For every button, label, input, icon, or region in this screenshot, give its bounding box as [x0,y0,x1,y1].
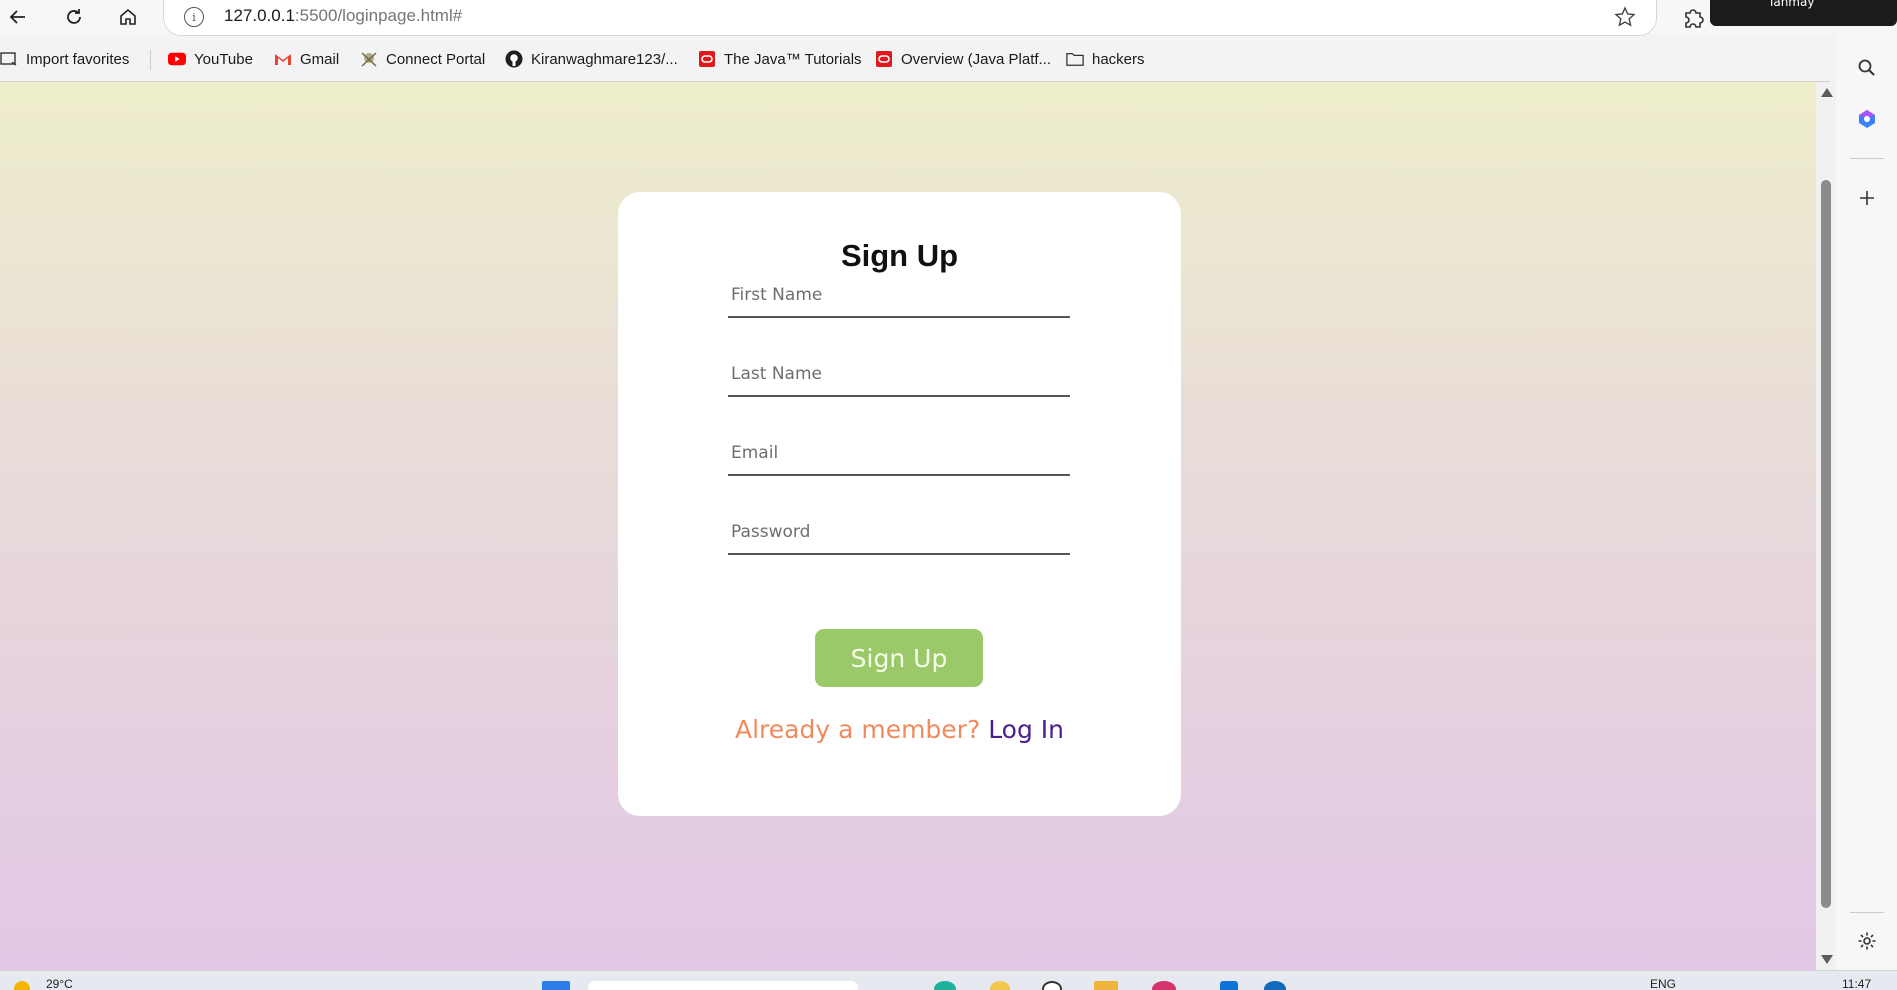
fav-label: Overview (Java Platf... [901,50,1052,68]
search-icon [1858,59,1875,76]
back-button[interactable] [4,3,32,31]
copilot-icon [1859,110,1875,128]
fav-java-overview[interactable]: Overview (Java Platf... [875,48,1051,70]
side-panel-separator [1850,912,1884,913]
app-icon[interactable] [934,981,956,990]
password-input[interactable] [728,511,1070,555]
page-scrollbar[interactable] [1816,82,1836,970]
fav-youtube[interactable]: YouTube [168,48,253,70]
toast-text: Tanmay [1768,0,1815,9]
page-viewport: Sign Up Sign Up Already a member? Log In [0,82,1816,970]
first-name-input[interactable] [728,274,1070,318]
folder-icon [1066,50,1084,68]
member-prompt: Already a member? Log In [618,715,1181,744]
plus-icon [1860,191,1874,205]
fav-label: Import favorites [26,50,130,68]
add-button[interactable] [1854,185,1880,211]
back-arrow-icon [9,10,25,24]
edge-icon[interactable] [1264,981,1286,990]
app-icon[interactable] [1152,981,1176,990]
browser-side-panel [1836,34,1897,970]
vscode-icon[interactable] [1220,981,1238,990]
import-icon [0,50,18,68]
fav-label: hackers [1092,50,1145,68]
last-name-input[interactable] [728,353,1070,397]
weather-icon[interactable] [14,981,30,990]
settings-button[interactable] [1854,928,1880,954]
language-indicator[interactable]: ENG [1650,977,1676,990]
app-icon[interactable] [990,981,1010,990]
gear-icon [1858,932,1876,950]
fav-java-tutorials[interactable]: The Java™ Tutorials [698,48,862,70]
home-icon [120,8,136,25]
fav-hackers-folder[interactable]: hackers [1066,48,1145,70]
fav-connect-portal[interactable]: Connect Portal [360,48,485,70]
oracle-icon [698,50,716,68]
copilot-button[interactable] [1854,106,1880,132]
extensions-puzzle-icon[interactable] [1680,5,1706,31]
fav-label: YouTube [194,50,253,68]
gmail-icon [274,50,292,68]
url-host: 127.0.0.1 [224,6,295,25]
favorites-separator [150,50,151,70]
youtube-icon [168,50,186,68]
github-icon [505,50,523,68]
login-link[interactable]: Log In [988,715,1064,744]
browser-toolbar: i 127.0.0.1:5500/loginpage.html# Tanmay [0,0,1897,36]
favorite-star-icon[interactable] [1614,6,1636,28]
fav-github[interactable]: Kiranwaghmare123/... [505,48,678,70]
notification-toast: Tanmay [1710,0,1897,26]
scroll-thumb[interactable] [1821,180,1831,908]
url-path: :5500/loginpage.html# [294,6,463,25]
info-icon[interactable]: i [184,7,204,27]
home-button[interactable] [114,3,142,31]
oracle-icon [875,50,893,68]
search-button[interactable] [1854,55,1880,81]
fav-import-favorites[interactable]: Import favorites [0,48,129,70]
windows-start-icon[interactable] [542,981,570,990]
address-bar[interactable]: i 127.0.0.1:5500/loginpage.html# [163,0,1657,36]
fav-label: The Java™ Tutorials [724,50,862,68]
fav-label: Kiranwaghmare123/... [531,50,678,68]
signup-button[interactable]: Sign Up [815,629,983,687]
refresh-icon [67,9,81,24]
side-panel-separator [1850,158,1884,159]
refresh-button[interactable] [60,3,88,31]
signup-card: Sign Up Sign Up Already a member? Log In [618,192,1181,816]
clock-time[interactable]: 11:47 [1842,977,1871,990]
weather-text: 29°C [46,977,73,990]
file-explorer-icon[interactable] [1094,981,1118,990]
email-input[interactable] [728,432,1070,476]
member-question: Already a member? [734,715,981,744]
url-text[interactable]: 127.0.0.1:5500/loginpage.html# [224,6,462,26]
app-icon[interactable] [1042,981,1062,990]
taskbar-search-box[interactable] [588,981,858,990]
portal-icon [360,50,378,68]
fav-label: Connect Portal [386,50,486,68]
scroll-down-arrow-icon[interactable] [1821,955,1833,964]
os-taskbar: 29°C ENG 11:47 [0,970,1897,990]
fav-label: Gmail [300,50,340,68]
fav-gmail[interactable]: Gmail [274,48,339,70]
signup-title: Sign Up [840,238,959,273]
favorites-bar: Import favorites YouTube Gmail Connect P… [0,42,1830,76]
scroll-up-arrow-icon[interactable] [1821,88,1833,97]
